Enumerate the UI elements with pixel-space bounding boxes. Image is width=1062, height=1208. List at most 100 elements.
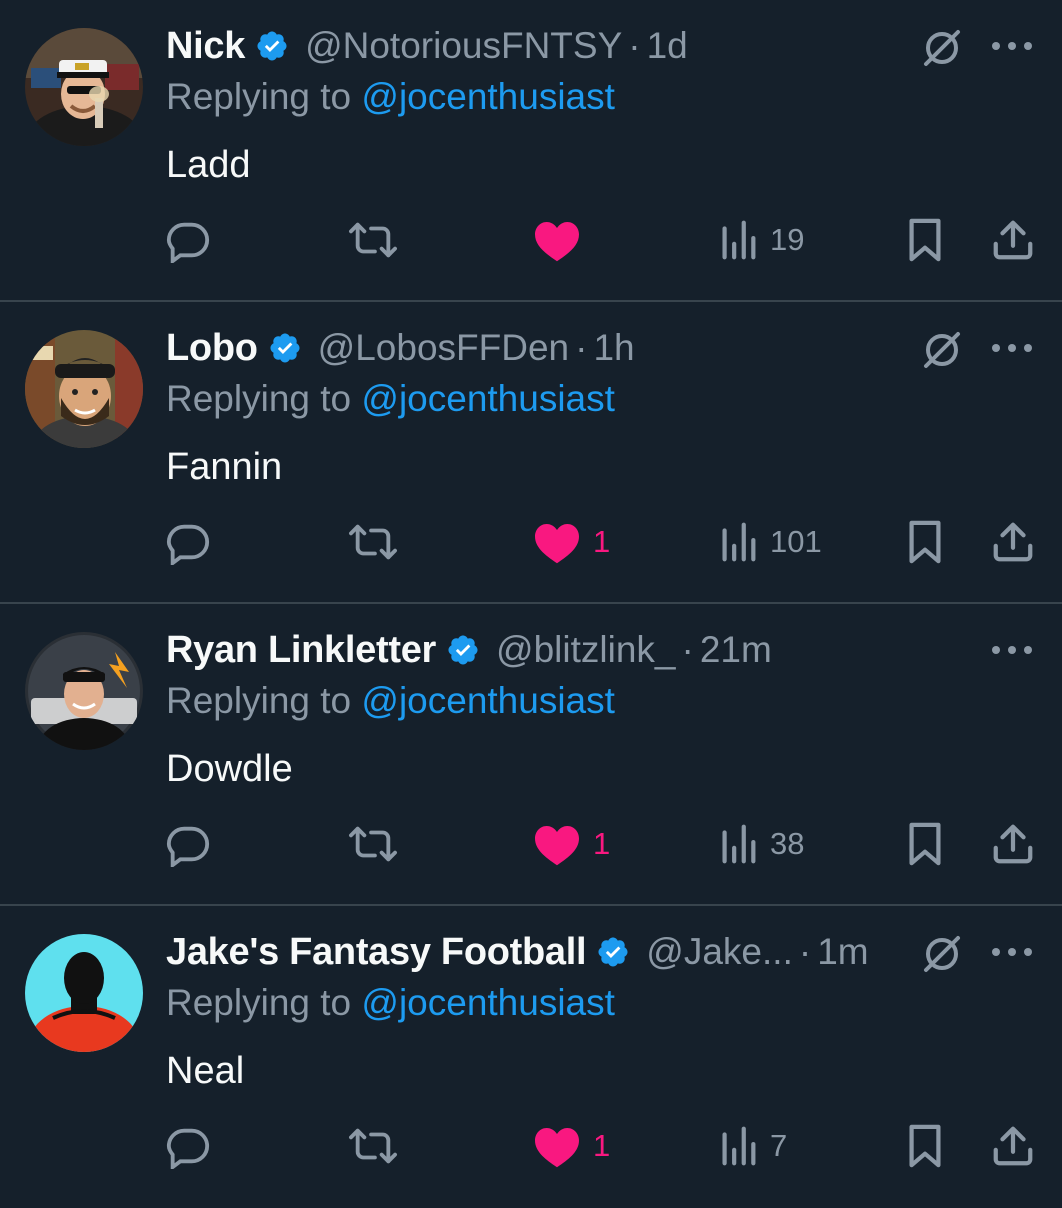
bookmark-button[interactable] xyxy=(904,1118,946,1174)
retweet-button[interactable] xyxy=(348,212,398,268)
separator-dot: · xyxy=(681,629,694,670)
analytics-icon xyxy=(722,1126,756,1166)
share-icon xyxy=(993,824,1033,864)
mention-link[interactable]: @jocenthusiast xyxy=(361,378,615,419)
more-options-icon[interactable] xyxy=(990,342,1034,354)
display-name[interactable]: Lobo xyxy=(166,327,258,370)
timestamp[interactable]: 1d xyxy=(647,25,688,67)
retweet-button[interactable] xyxy=(348,514,398,570)
analytics-icon xyxy=(722,220,756,260)
user-handle[interactable]: @blitzlink_ xyxy=(496,629,675,671)
share-icon xyxy=(993,522,1033,562)
grok-icon[interactable] xyxy=(920,26,964,70)
share-button[interactable] xyxy=(990,212,1036,268)
action-bar: 1 101 xyxy=(0,514,1062,570)
tweet-text: Dowdle xyxy=(166,748,293,790)
heart-filled-icon xyxy=(535,524,579,564)
display-name[interactable]: Nick xyxy=(166,25,245,68)
display-name[interactable]: Ryan Linkletter xyxy=(166,629,436,672)
bookmark-button[interactable] xyxy=(904,514,946,570)
replying-to-line: Replying to @jocenthusiast xyxy=(166,378,615,420)
mention-link[interactable]: @jocenthusiast xyxy=(361,76,615,117)
like-button[interactable]: 1 xyxy=(533,1118,610,1174)
action-bar: 1 38 xyxy=(0,816,1062,872)
bookmark-button[interactable] xyxy=(904,212,946,268)
action-bar: 1 7 xyxy=(0,1118,1062,1174)
tweet-text: Neal xyxy=(166,1050,245,1092)
views-button[interactable]: 38 xyxy=(718,816,804,872)
reply-tweet[interactable]: Lobo @LobosFFDen · 1h Replying to @jocen… xyxy=(0,302,1062,604)
replying-to-label: Replying to xyxy=(166,680,362,721)
tweet-text: Ladd xyxy=(166,144,251,186)
retweet-icon xyxy=(349,222,397,258)
timestamp[interactable]: 21m xyxy=(700,629,772,671)
avatar[interactable] xyxy=(25,934,143,1052)
reply-tweet[interactable]: Nick @NotoriousFNTSY · 1d Replying to @j… xyxy=(0,0,1062,302)
views-count: 7 xyxy=(770,1128,788,1163)
views-button[interactable]: 7 xyxy=(718,1118,787,1174)
reply-button[interactable] xyxy=(165,816,211,872)
tweet-header: Jake's Fantasy Football @Jake... · 1m xyxy=(166,930,869,974)
reply-button[interactable] xyxy=(165,1118,211,1174)
grok-icon[interactable] xyxy=(920,932,964,976)
avatar[interactable] xyxy=(25,632,143,750)
heart-filled-icon xyxy=(535,1128,579,1168)
reply-button[interactable] xyxy=(165,212,211,268)
retweet-icon xyxy=(349,1128,397,1164)
like-button[interactable]: 1 xyxy=(533,514,610,570)
like-button[interactable] xyxy=(533,212,593,268)
analytics-icon xyxy=(722,824,756,864)
share-button[interactable] xyxy=(990,1118,1036,1174)
avatar[interactable] xyxy=(25,28,143,146)
more-options-icon[interactable] xyxy=(990,644,1034,656)
more-options-icon[interactable] xyxy=(990,946,1034,958)
user-handle[interactable]: @NotoriousFNTSY xyxy=(305,25,622,67)
user-handle[interactable]: @LobosFFDen xyxy=(318,327,569,369)
replying-to-label: Replying to xyxy=(166,982,362,1023)
like-count: 1 xyxy=(593,826,611,861)
more-options-icon[interactable] xyxy=(990,40,1034,52)
action-bar: 19 xyxy=(0,212,1062,268)
reply-feed: Nick @NotoriousFNTSY · 1d Replying to @j… xyxy=(0,0,1062,1200)
bookmark-icon xyxy=(909,1124,941,1168)
reply-icon xyxy=(166,826,210,867)
mention-link[interactable]: @jocenthusiast xyxy=(361,982,615,1023)
views-button[interactable]: 19 xyxy=(718,212,804,268)
avatar[interactable] xyxy=(25,330,143,448)
replying-to-line: Replying to @jocenthusiast xyxy=(166,982,615,1024)
views-button[interactable]: 101 xyxy=(718,514,822,570)
views-count: 19 xyxy=(770,222,805,257)
retweet-icon xyxy=(349,524,397,560)
reply-tweet[interactable]: Ryan Linkletter @blitzlink_ · 21m Replyi… xyxy=(0,604,1062,906)
grok-icon[interactable] xyxy=(920,328,964,372)
heart-filled-icon xyxy=(535,222,579,262)
share-icon xyxy=(993,220,1033,260)
share-button[interactable] xyxy=(990,816,1036,872)
user-handle[interactable]: @Jake... xyxy=(646,931,793,973)
reply-icon xyxy=(166,524,210,565)
verified-badge-icon xyxy=(270,333,300,363)
share-icon xyxy=(993,1126,1033,1166)
bookmark-icon xyxy=(909,520,941,564)
bookmark-button[interactable] xyxy=(904,816,946,872)
views-count: 38 xyxy=(770,826,805,861)
tweet-header: Ryan Linkletter @blitzlink_ · 21m xyxy=(166,628,772,672)
tweet-header: Lobo @LobosFFDen · 1h xyxy=(166,326,635,370)
share-button[interactable] xyxy=(990,514,1036,570)
timestamp[interactable]: 1h xyxy=(593,327,634,369)
reply-icon xyxy=(166,222,210,263)
timestamp[interactable]: 1m xyxy=(817,931,868,973)
display-name[interactable]: Jake's Fantasy Football xyxy=(166,931,587,974)
like-button[interactable]: 1 xyxy=(533,816,610,872)
mention-link[interactable]: @jocenthusiast xyxy=(361,680,615,721)
replying-to-label: Replying to xyxy=(166,76,362,117)
reply-button[interactable] xyxy=(165,514,211,570)
bookmark-icon xyxy=(909,218,941,262)
separator-dot: · xyxy=(575,327,588,368)
separator-dot: · xyxy=(628,25,641,66)
reply-tweet[interactable]: Jake's Fantasy Football @Jake... · 1m Re… xyxy=(0,906,1062,1208)
replying-to-line: Replying to @jocenthusiast xyxy=(166,680,615,722)
views-count: 101 xyxy=(770,524,822,559)
retweet-button[interactable] xyxy=(348,816,398,872)
retweet-button[interactable] xyxy=(348,1118,398,1174)
